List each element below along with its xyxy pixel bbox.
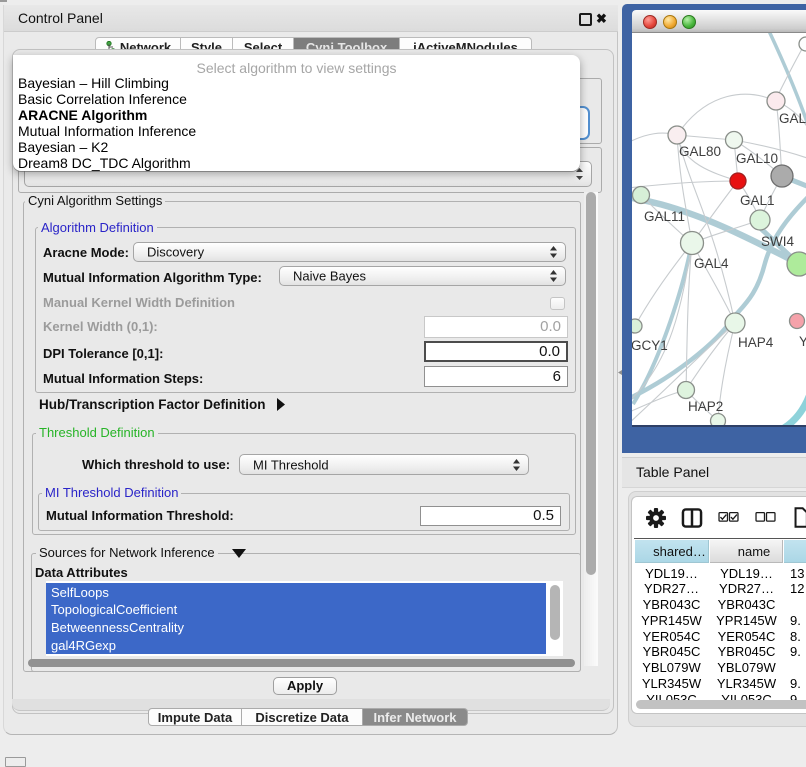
svg-text:HAP2: HAP2	[688, 399, 723, 414]
svg-text:GAL: GAL	[779, 111, 806, 126]
svg-text:Y: Y	[799, 334, 806, 349]
svg-text:GAL4: GAL4	[694, 256, 729, 271]
svg-text:GAL1: GAL1	[740, 193, 775, 208]
svg-text:GAL10: GAL10	[736, 151, 778, 166]
svg-text:SWI4: SWI4	[761, 234, 794, 249]
svg-text:HAP4: HAP4	[738, 335, 774, 350]
svg-text:GCY1: GCY1	[632, 338, 668, 353]
svg-text:GAL11: GAL11	[644, 209, 685, 224]
svg-text:GAL80: GAL80	[679, 144, 721, 159]
